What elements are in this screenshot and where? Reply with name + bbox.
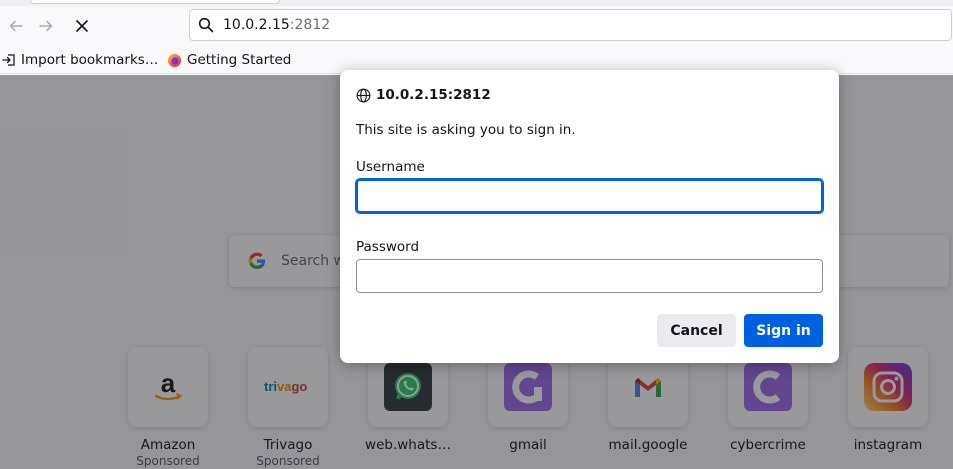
dialog-message: This site is asking you to sign in. <box>356 122 576 138</box>
import-icon <box>2 54 15 66</box>
url-host: 10.0.2.15 <box>223 17 290 33</box>
sign-in-button[interactable]: Sign in <box>744 314 823 347</box>
cancel-button[interactable]: Cancel <box>657 314 736 347</box>
url-text[interactable]: 10.0.2.15:2812 <box>223 17 330 33</box>
bookmark-label: Getting Started <box>187 52 292 68</box>
dialog-header: 10.0.2.15:2812 <box>356 87 491 103</box>
forward-button[interactable] <box>30 10 62 42</box>
bookmark-import[interactable]: Import bookmarks… <box>2 51 158 69</box>
bookmark-label: Import bookmarks… <box>21 52 159 68</box>
firefox-icon <box>167 53 182 67</box>
navigation-toolbar: 10.0.2.15:2812 <box>0 6 953 46</box>
close-icon <box>76 20 88 32</box>
username-field[interactable] <box>355 178 824 214</box>
back-arrow-icon <box>9 20 23 32</box>
bookmark-getting-started[interactable]: Getting Started <box>167 51 291 69</box>
url-bar[interactable]: 10.0.2.15:2812 <box>189 9 952 41</box>
globe-icon <box>356 88 371 102</box>
url-port: :2812 <box>289 17 331 33</box>
dialog-host: 10.0.2.15:2812 <box>376 87 491 103</box>
active-tab[interactable] <box>30 0 280 4</box>
forward-arrow-icon <box>39 20 53 32</box>
back-button[interactable] <box>0 10 32 42</box>
password-label: Password <box>356 239 420 255</box>
search-icon <box>198 17 214 33</box>
password-field[interactable] <box>356 259 823 293</box>
auth-dialog: 10.0.2.15:2812 This site is asking you t… <box>340 70 839 363</box>
username-label: Username <box>356 159 425 175</box>
stop-button[interactable] <box>66 10 98 42</box>
